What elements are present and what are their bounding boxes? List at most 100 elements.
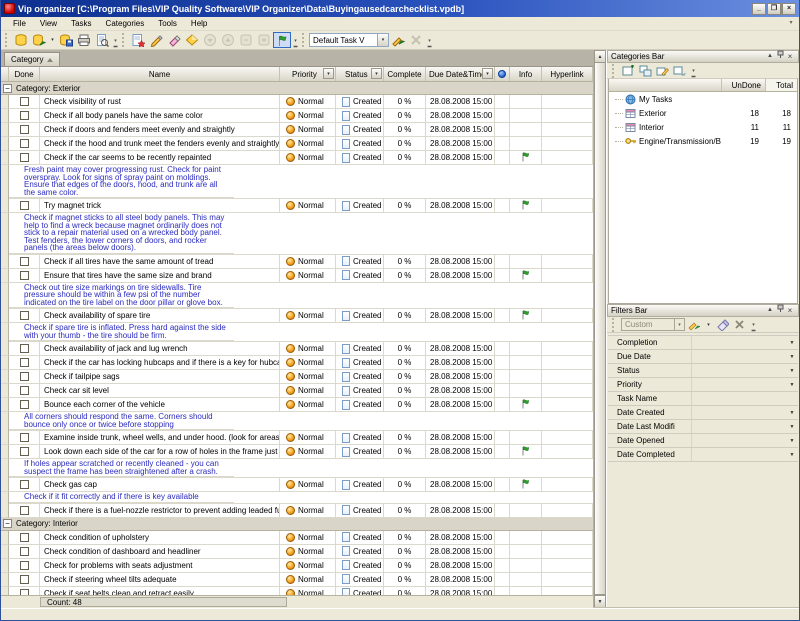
restore-button[interactable]: ❐ xyxy=(767,3,781,15)
gray-square-button-2[interactable] xyxy=(255,32,273,48)
categories-name-header[interactable] xyxy=(609,79,721,91)
task-checkbox[interactable] xyxy=(20,447,29,456)
print-preview-button[interactable] xyxy=(93,32,111,48)
menu-item-tools[interactable]: Tools xyxy=(151,17,184,30)
categories-close-button[interactable]: × xyxy=(785,51,795,62)
task-row[interactable]: Check if there is a fuel-nozzle restrict… xyxy=(1,504,593,518)
filter-value-cell[interactable]: ▼ xyxy=(692,434,798,447)
open-database-button[interactable] xyxy=(30,32,48,48)
filter-dropdown-button[interactable]: ▼ xyxy=(787,380,797,390)
chevron-down-icon[interactable]: ▾ xyxy=(377,34,388,46)
task-checkbox[interactable] xyxy=(20,386,29,395)
edit-task-button[interactable] xyxy=(147,32,165,48)
category-group-row[interactable]: −Category: Interior xyxy=(1,518,593,531)
scroll-down-button[interactable]: ▼ xyxy=(594,595,606,608)
scroll-up-button[interactable]: ▲ xyxy=(594,50,606,63)
filter-dropdown-button[interactable]: ▼ xyxy=(787,408,797,418)
filter-value-cell[interactable]: ▼ xyxy=(692,448,798,461)
group-by-category-tab[interactable]: Category xyxy=(4,52,60,66)
delete-task-button[interactable] xyxy=(165,32,183,48)
delete-filter-button[interactable] xyxy=(732,318,747,332)
categories-total-header[interactable]: Total xyxy=(765,79,797,91)
task-row[interactable]: Check car sit levelNormalCreated0 %28.08… xyxy=(1,384,593,398)
task-row[interactable]: Check gas capNormalCreated0 %28.08.2008 … xyxy=(1,478,593,492)
filter-dropdown-button[interactable]: ▼ xyxy=(787,352,797,362)
task-checkbox[interactable] xyxy=(20,358,29,367)
complete-task-button[interactable] xyxy=(183,32,201,48)
priority-filter-button[interactable]: ▾ xyxy=(323,68,334,79)
task-row[interactable]: Check if doors and fenders meet evenly a… xyxy=(1,123,593,137)
new-subcategory-button[interactable] xyxy=(638,64,653,78)
filter-value-cell[interactable]: ▼ xyxy=(692,350,798,363)
task-row[interactable]: Check if the hood and trunk meet the fen… xyxy=(1,137,593,151)
task-checkbox[interactable] xyxy=(20,257,29,266)
task-checkbox[interactable] xyxy=(20,433,29,442)
delete-category-button[interactable] xyxy=(672,64,687,78)
task-row[interactable]: Check availability of spare tireNormalCr… xyxy=(1,309,593,323)
collapse-group-icon[interactable]: − xyxy=(3,84,12,93)
task-row[interactable]: Try magnet trickNormalCreated0 %28.08.20… xyxy=(1,199,593,213)
task-row[interactable]: Check for problems with seats adjustment… xyxy=(1,559,593,573)
task-row[interactable]: Ensure that tires have the same size and… xyxy=(1,269,593,283)
filter-value-cell[interactable]: ▼ xyxy=(692,406,798,419)
menu-item-file[interactable]: File xyxy=(6,17,33,30)
new-database-button[interactable] xyxy=(12,32,30,48)
categories-undone-header[interactable]: UnDone xyxy=(721,79,765,91)
gray-square-button-1[interactable] xyxy=(237,32,255,48)
new-task-button[interactable] xyxy=(129,32,147,48)
task-checkbox[interactable] xyxy=(20,125,29,134)
filter-value-cell[interactable]: ▼ xyxy=(692,364,798,377)
task-checkbox[interactable] xyxy=(20,139,29,148)
task-row[interactable]: Check condition of upholsteryNormalCreat… xyxy=(1,531,593,545)
column-header-reminder[interactable] xyxy=(495,67,510,81)
column-header-name[interactable]: Name xyxy=(40,67,280,81)
apply-filter-button[interactable] xyxy=(687,318,702,332)
category-tree-item-interior[interactable]: Interior1111 xyxy=(609,120,797,134)
filter-value-cell[interactable]: ▼ xyxy=(692,378,798,391)
task-checkbox[interactable] xyxy=(20,201,29,210)
circle-up-arrow-button[interactable] xyxy=(219,32,237,48)
task-row[interactable]: Check visibility of rustNormalCreated0 %… xyxy=(1,95,593,109)
task-checkbox[interactable] xyxy=(20,547,29,556)
open-database-dropdown[interactable]: ▾ xyxy=(48,32,57,48)
task-row[interactable]: Check if all body panels have the same c… xyxy=(1,109,593,123)
print-button[interactable] xyxy=(75,32,93,48)
task-checkbox[interactable] xyxy=(20,153,29,162)
filter-preset-combobox[interactable]: Custom ▾ xyxy=(621,318,685,331)
filter-dropdown-button[interactable]: ▼ xyxy=(787,450,797,460)
task-checkbox[interactable] xyxy=(20,111,29,120)
task-checkbox[interactable] xyxy=(20,575,29,584)
delete-view-button[interactable] xyxy=(407,32,425,48)
chevron-down-icon[interactable]: ▾ xyxy=(674,319,684,330)
filter-dropdown-button[interactable]: ▼ xyxy=(787,338,797,348)
category-tree-item-engine-transmission-brakes[interactable]: Engine/Transmission/Brakes1919 xyxy=(609,134,797,148)
category-tree-item-exterior[interactable]: Exterior1818 xyxy=(609,106,797,120)
filters-close-button[interactable]: × xyxy=(785,305,795,316)
column-header-done[interactable]: Done xyxy=(9,67,40,81)
scrollbar-thumb[interactable] xyxy=(594,63,606,595)
task-checkbox[interactable] xyxy=(20,506,29,515)
close-button[interactable]: × xyxy=(782,3,796,15)
menu-overflow-button[interactable]: ▾ xyxy=(785,18,797,29)
save-view-button[interactable] xyxy=(389,32,407,48)
task-row[interactable]: Check if the car has locking hubcaps and… xyxy=(1,356,593,370)
categories-collapse-button[interactable]: ▲ xyxy=(765,51,775,62)
filter-dropdown-button[interactable]: ▼ xyxy=(787,366,797,376)
show-notes-flag-toggle[interactable] xyxy=(273,32,291,48)
clear-filter-button[interactable] xyxy=(715,318,730,332)
task-checkbox[interactable] xyxy=(20,480,29,489)
filter-dropdown-button[interactable]: ▼ xyxy=(787,436,797,446)
circle-down-arrow-button[interactable] xyxy=(201,32,219,48)
column-header-priority[interactable]: Priority▾ xyxy=(280,67,336,81)
task-checkbox[interactable] xyxy=(20,344,29,353)
filters-pin-button[interactable] xyxy=(775,304,785,318)
new-category-button[interactable] xyxy=(621,64,636,78)
column-header-status[interactable]: Status▾ xyxy=(336,67,384,81)
category-group-row[interactable]: −Category: Exterior xyxy=(1,82,593,95)
category-tree-item-my-tasks[interactable]: My Tasks xyxy=(609,92,797,106)
apply-filter-dropdown[interactable]: ▾ xyxy=(704,317,713,333)
column-header-complete[interactable]: Complete xyxy=(384,67,426,81)
grid-vertical-scrollbar[interactable]: ▲ ▼ xyxy=(593,50,606,608)
task-checkbox[interactable] xyxy=(20,400,29,409)
task-checkbox[interactable] xyxy=(20,271,29,280)
